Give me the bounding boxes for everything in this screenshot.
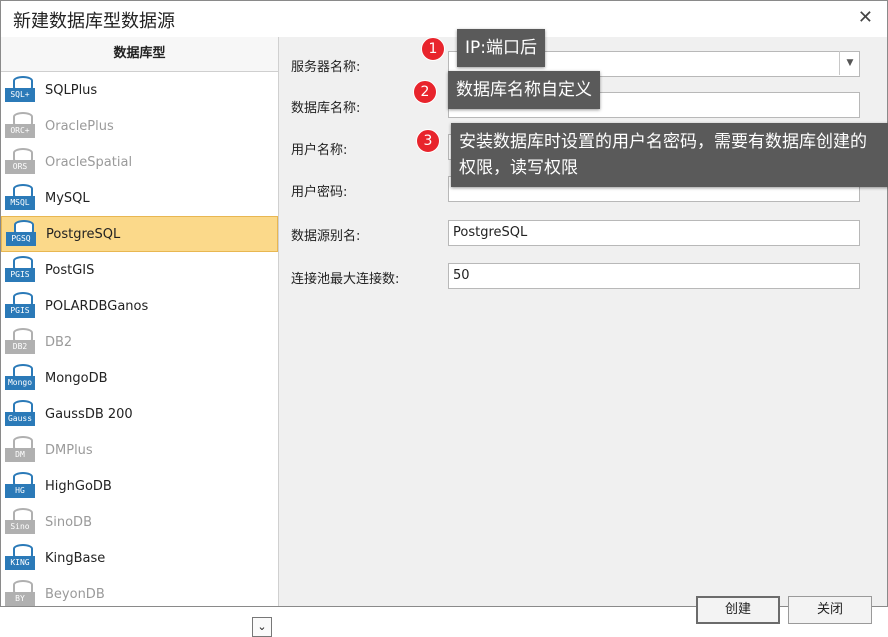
database-type-item[interactable]: DB2 DB2: [1, 324, 278, 360]
pool-max-input[interactable]: 50: [448, 263, 860, 289]
database-type-panel: 数据库型 SQL+ SQLPlus ORC+ OraclePlus ORS OracleS…: [1, 37, 279, 637]
database-type-item[interactable]: PGSQ PostgreSQL: [1, 216, 278, 252]
database-icon: KING: [5, 544, 39, 572]
list-scroll-down-button[interactable]: ⌄: [252, 617, 272, 637]
database-type-label: HighGoDB: [45, 478, 112, 494]
database-type-label: GaussDB 200: [45, 406, 133, 422]
close-icon[interactable]: ✕: [858, 7, 873, 28]
database-type-header: 数据库型: [1, 37, 278, 72]
database-type-item[interactable]: DM DMPlus: [1, 432, 278, 468]
database-icon: HG: [5, 472, 39, 500]
callout-ip-port: IP:端口后: [457, 29, 545, 67]
database-type-label: SQLPlus: [45, 82, 98, 98]
database-type-label: OraclePlus: [45, 118, 114, 134]
new-database-datasource-dialog: 新建数据库型数据源 ✕ 数据库型 SQL+ SQLPlus ORC+ OraclePl…: [0, 0, 888, 637]
alias-label: 数据源别名:: [291, 229, 361, 244]
database-type-item[interactable]: Sino SinoDB: [1, 504, 278, 540]
database-type-label: SinoDB: [45, 514, 92, 530]
create-button[interactable]: 创建: [696, 596, 780, 624]
database-label: 数据库名称:: [291, 101, 361, 116]
callout-badge-3: 3: [416, 129, 440, 153]
close-button[interactable]: 关闭: [788, 596, 872, 624]
database-icon: PGSQ: [6, 220, 40, 248]
callout-badge-1: 1: [421, 37, 445, 61]
database-type-list: SQL+ SQLPlus ORC+ OraclePlus ORS OracleSpatia…: [1, 72, 278, 612]
database-icon: Gauss: [5, 400, 39, 428]
user-label: 用户名称:: [291, 143, 348, 158]
pool-row: 连接池最大连接数: 50: [279, 263, 887, 289]
database-type-label: DB2: [45, 334, 73, 350]
password-label: 用户密码:: [291, 185, 348, 200]
database-icon: Mongo: [5, 364, 39, 392]
database-icon: Sino: [5, 508, 39, 536]
database-icon: ORC+: [5, 112, 39, 140]
database-type-label: POLARDBGanos: [45, 298, 149, 314]
alias-input[interactable]: PostgreSQL: [448, 220, 860, 246]
database-type-item[interactable]: PGIS PostGIS: [1, 252, 278, 288]
database-type-item[interactable]: SQL+ SQLPlus: [1, 72, 278, 108]
database-type-item[interactable]: HG HighGoDB: [1, 468, 278, 504]
database-type-item[interactable]: MSQL MySQL: [1, 180, 278, 216]
database-type-item[interactable]: Mongo MongoDB: [1, 360, 278, 396]
database-type-label: OracleSpatial: [45, 154, 133, 170]
database-type-label: DMPlus: [45, 442, 93, 458]
database-type-label: PostGIS: [45, 262, 95, 278]
database-icon: BY: [5, 580, 39, 608]
database-icon: DM: [5, 436, 39, 464]
callout-badge-2: 2: [413, 80, 437, 104]
database-type-label: MongoDB: [45, 370, 108, 386]
database-icon: MSQL: [5, 184, 39, 212]
callout-database-name: 数据库名称自定义: [448, 71, 600, 109]
database-icon: PGIS: [5, 292, 39, 320]
title-bar: 新建数据库型数据源 ✕: [1, 1, 887, 37]
database-type-item[interactable]: PGIS POLARDBGanos: [1, 288, 278, 324]
alias-row: 数据源别名: PostgreSQL: [279, 220, 887, 246]
database-type-label: BeyonDB: [45, 586, 105, 602]
pool-label: 连接池最大连接数:: [291, 272, 400, 287]
database-icon: ORS: [5, 148, 39, 176]
database-icon: DB2: [5, 328, 39, 356]
database-type-item[interactable]: KING KingBase: [1, 540, 278, 576]
dialog-title: 新建数据库型数据源: [13, 11, 175, 32]
database-icon: SQL+: [5, 76, 39, 104]
server-label: 服务器名称:: [291, 60, 361, 75]
database-icon: PGIS: [5, 256, 39, 284]
database-type-label: MySQL: [45, 190, 90, 206]
database-type-label: KingBase: [45, 550, 106, 566]
database-type-item[interactable]: ORS OracleSpatial: [1, 144, 278, 180]
database-type-item[interactable]: ORC+ OraclePlus: [1, 108, 278, 144]
database-type-item[interactable]: Gauss GaussDB 200: [1, 396, 278, 432]
database-type-label: PostgreSQL: [46, 226, 121, 242]
callout-user-password: 安装数据库时设置的用户名密码，需要有数据库创建的权限，读写权限: [451, 123, 888, 187]
